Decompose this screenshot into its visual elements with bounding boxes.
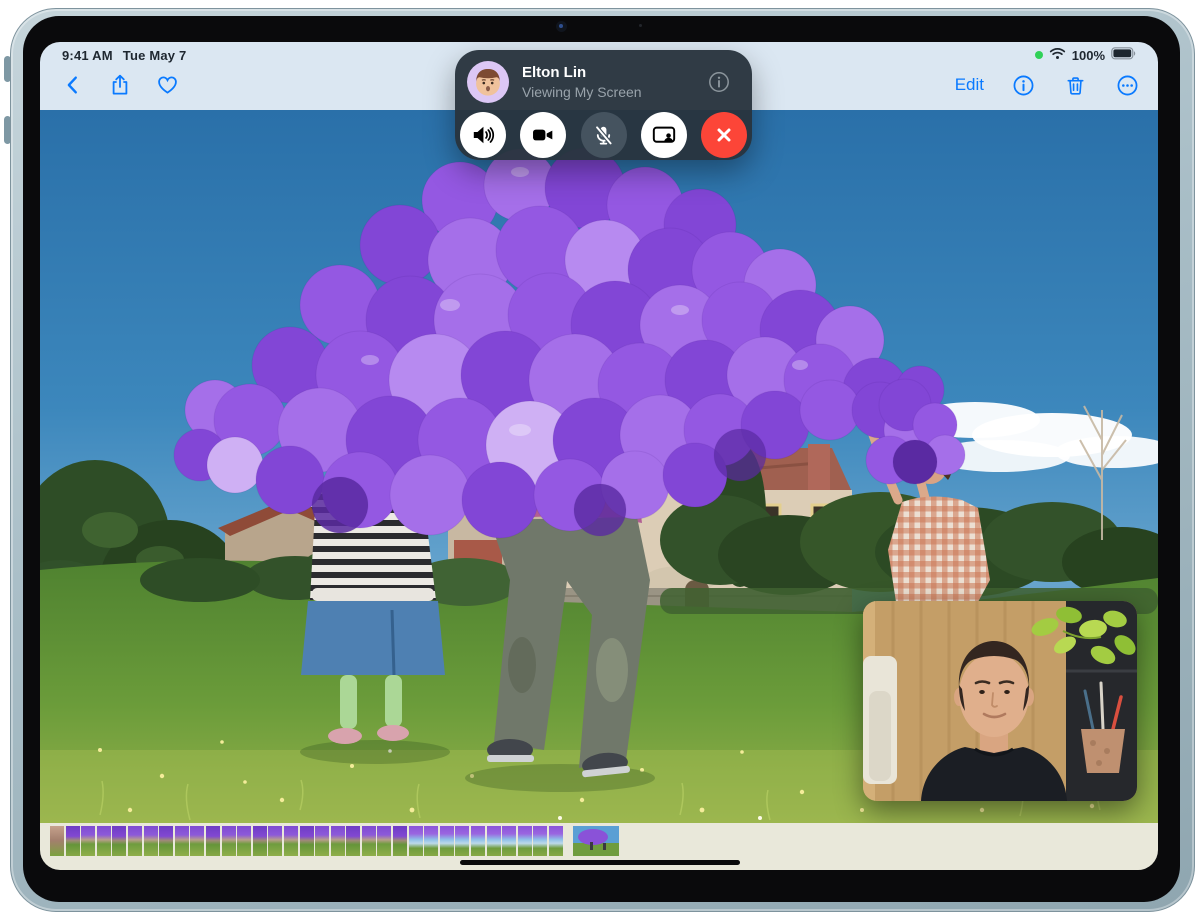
filmstrip-thumbnail[interactable] <box>331 826 345 856</box>
filmstrip-thumbnail[interactable] <box>50 826 64 856</box>
filmstrip-thumbnail[interactable] <box>237 826 251 856</box>
privacy-indicator-dot <box>1035 51 1043 59</box>
call-controls <box>455 112 752 158</box>
filmstrip-thumbnail[interactable] <box>346 826 360 856</box>
filmstrip-thumbnail[interactable] <box>206 826 220 856</box>
filmstrip-thumbnail[interactable] <box>393 826 407 856</box>
screen-share-icon <box>651 122 677 148</box>
filmstrip-thumbnail[interactable] <box>362 826 376 856</box>
caller-name: Elton Lin <box>522 64 586 81</box>
filmstrip-thumbnail[interactable] <box>455 826 469 856</box>
filmstrip-thumbnail[interactable] <box>284 826 298 856</box>
front-camera <box>556 21 567 32</box>
mic-button[interactable] <box>581 112 627 158</box>
battery-percent: 100% <box>1072 48 1105 63</box>
filmstrip-thumbnail[interactable] <box>144 826 158 856</box>
home-indicator[interactable] <box>460 860 740 865</box>
close-x-icon <box>712 123 736 147</box>
filmstrip-thumbnail[interactable] <box>112 826 126 856</box>
facetime-pip-video[interactable] <box>863 601 1137 801</box>
filmstrip-thumbnail[interactable] <box>300 826 314 856</box>
status-right: 100% <box>1035 47 1137 63</box>
wifi-icon <box>1049 47 1066 63</box>
microphone-dot <box>639 24 642 27</box>
edit-button[interactable]: Edit <box>955 75 984 95</box>
speaker-icon <box>470 122 496 148</box>
trash-icon[interactable] <box>1062 72 1088 98</box>
filmstrip-thumbnail[interactable] <box>128 826 142 856</box>
share-icon[interactable] <box>107 72 133 98</box>
filmstrip-thumbnail[interactable] <box>549 826 563 856</box>
filmstrip-thumbnail[interactable] <box>268 826 282 856</box>
video-camera-icon <box>530 122 556 148</box>
mic-muted-icon <box>591 123 616 148</box>
back-chevron-icon[interactable] <box>60 72 86 98</box>
speaker-button[interactable] <box>460 112 506 158</box>
filmstrip-thumbnail[interactable] <box>175 826 189 856</box>
end-call-button[interactable] <box>701 112 747 158</box>
filmstrip-thumbnail[interactable] <box>66 826 80 856</box>
photos-bottom-bar <box>40 823 1158 870</box>
filmstrip-thumbnail[interactable] <box>502 826 516 856</box>
filmstrip-thumbnail[interactable] <box>424 826 438 856</box>
ipad-screenshot: 9:41 AM Tue May 7 100% <box>0 0 1201 918</box>
camera-button[interactable] <box>520 112 566 158</box>
filmstrip-thumbnail[interactable] <box>377 826 391 856</box>
facetime-banner[interactable]: Elton Lin Viewing My Screen <box>455 50 752 160</box>
filmstrip-thumbnail[interactable] <box>97 826 111 856</box>
filmstrip-thumbnail[interactable] <box>253 826 267 856</box>
share-screen-button[interactable] <box>641 112 687 158</box>
toolbar-right: Edit <box>955 72 1140 98</box>
filmstrip-thumbnail[interactable] <box>190 826 204 856</box>
filmstrip-thumbnail[interactable] <box>518 826 532 856</box>
filmstrip-thumbnail[interactable] <box>159 826 173 856</box>
toolbar-left <box>60 72 180 98</box>
more-circle-icon[interactable] <box>1114 72 1140 98</box>
filmstrip-thumbnail[interactable] <box>487 826 501 856</box>
filmstrip-thumbnail[interactable] <box>471 826 485 856</box>
favorite-heart-icon[interactable] <box>154 72 180 98</box>
filmstrip-thumbnail[interactable] <box>315 826 329 856</box>
filmstrip-selected-thumbnail[interactable] <box>573 826 619 856</box>
avatar <box>467 61 509 103</box>
info-icon[interactable] <box>1010 72 1036 98</box>
status-left: 9:41 AM Tue May 7 <box>62 48 186 63</box>
filmstrip-thumbnail[interactable] <box>440 826 454 856</box>
battery-icon <box>1111 47 1137 63</box>
filmstrip-thumbnail[interactable] <box>409 826 423 856</box>
status-date: Tue May 7 <box>123 48 187 63</box>
call-status: Viewing My Screen <box>522 84 642 100</box>
info-icon[interactable] <box>707 70 731 94</box>
filmstrip-thumbnail[interactable] <box>222 826 236 856</box>
filmstrip <box>50 826 619 856</box>
filmstrip-thumbnail[interactable] <box>81 826 95 856</box>
screen: 9:41 AM Tue May 7 100% <box>40 42 1158 870</box>
status-time: 9:41 AM <box>62 48 113 63</box>
filmstrip-thumbnail[interactable] <box>533 826 547 856</box>
